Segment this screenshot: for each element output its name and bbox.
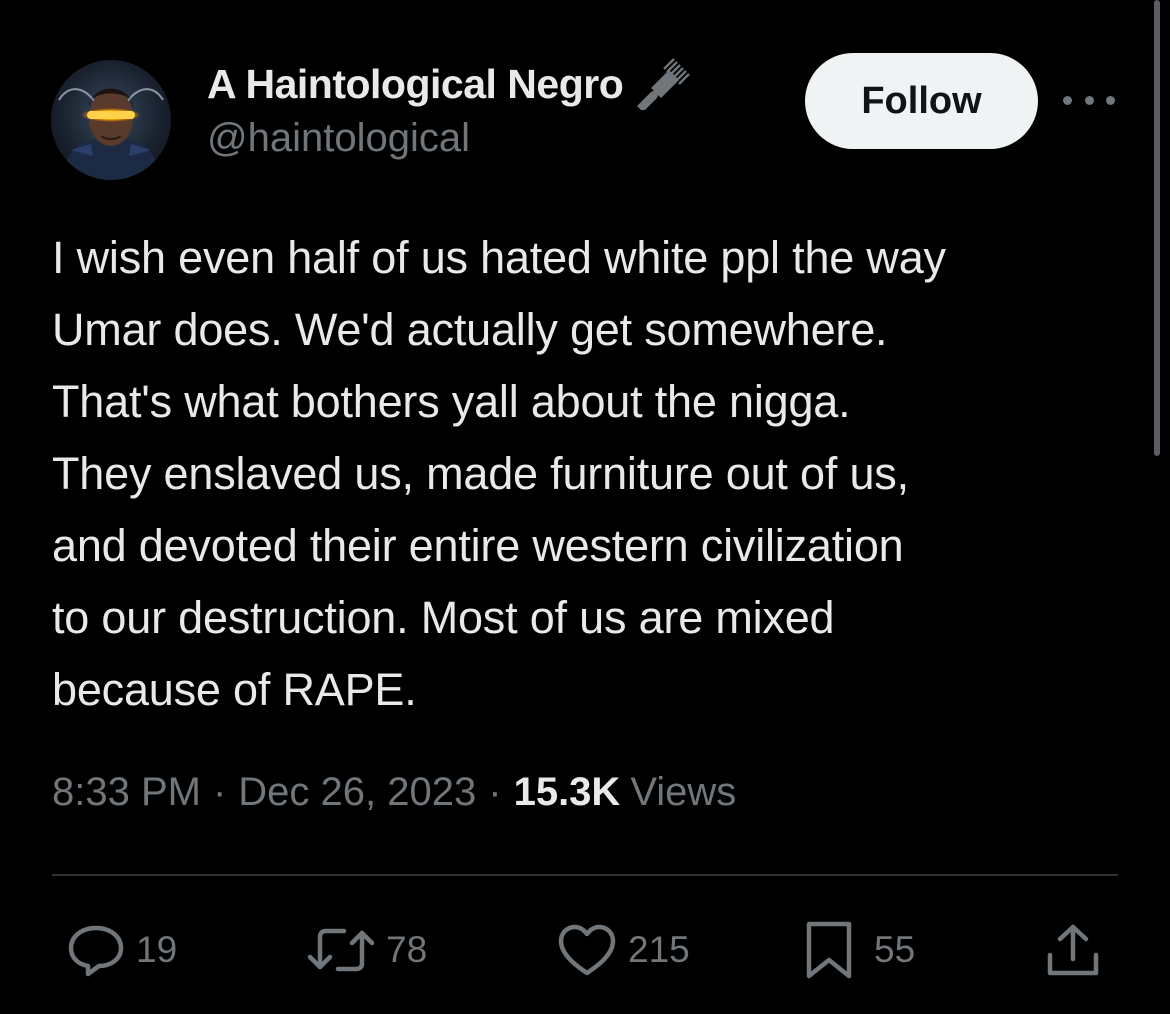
display-name[interactable]: A Haintological Negro xyxy=(207,61,624,108)
reply-button[interactable]: 19 xyxy=(66,918,177,982)
views-label[interactable]: Views xyxy=(630,770,736,815)
more-dot xyxy=(1063,95,1072,105)
bookmark-button[interactable]: 55 xyxy=(804,918,915,982)
repost-button[interactable]: 78 xyxy=(306,918,427,982)
more-horizontal-icon[interactable] xyxy=(1063,85,1115,115)
heart-icon xyxy=(558,924,616,976)
tweet-date[interactable]: Dec 26, 2023 xyxy=(238,770,476,815)
avatar-image xyxy=(58,88,164,180)
share-icon xyxy=(1047,924,1099,976)
like-button[interactable]: 215 xyxy=(556,918,690,982)
author-name-row[interactable]: A Haintological Negro xyxy=(207,58,691,112)
divider xyxy=(52,874,1118,876)
share-button[interactable] xyxy=(1044,918,1102,982)
tweet-meta: 8:33 PM · Dec 26, 2023 · 15.3K Views xyxy=(52,770,736,815)
tweet-time[interactable]: 8:33 PM xyxy=(52,770,201,815)
afro-pick-icon xyxy=(633,58,691,112)
like-count: 215 xyxy=(628,929,690,970)
more-dot xyxy=(1084,95,1094,105)
meta-separator: · xyxy=(212,770,227,814)
scrollbar[interactable] xyxy=(1154,0,1160,456)
bookmark-count: 55 xyxy=(874,929,916,970)
bookmark-icon xyxy=(806,921,852,979)
meta-separator: · xyxy=(488,770,502,814)
reply-count: 19 xyxy=(136,929,178,970)
reply-icon xyxy=(68,925,124,977)
more-dot xyxy=(1106,95,1115,105)
tweet-card: A Haintological Negro @haintological Fol… xyxy=(0,0,1170,1014)
avatar[interactable] xyxy=(51,60,171,180)
repost-count: 78 xyxy=(386,929,428,970)
author-handle[interactable]: @haintological xyxy=(207,116,470,161)
tweet-text: I wish even half of us hated white ppl t… xyxy=(52,232,946,715)
follow-button[interactable]: Follow xyxy=(805,53,1038,149)
views-count[interactable]: 15.3K xyxy=(514,770,621,815)
repost-icon xyxy=(307,928,375,972)
